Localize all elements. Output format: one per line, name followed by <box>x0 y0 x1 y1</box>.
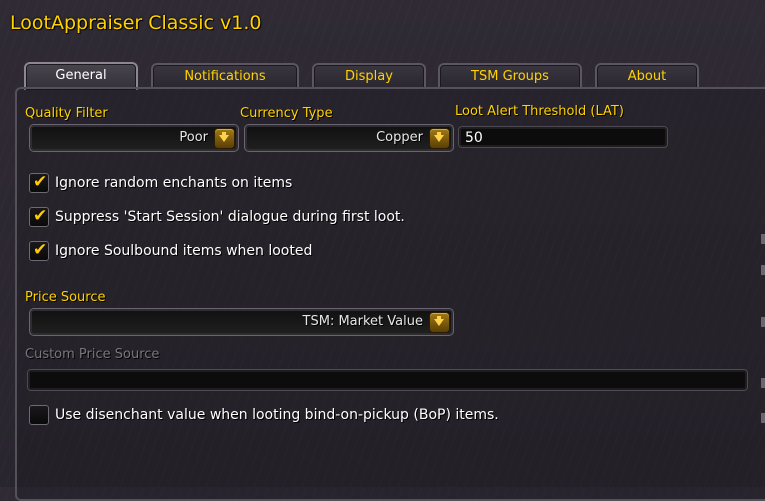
scroll-edge-mark <box>761 413 765 423</box>
scroll-edge-mark <box>761 234 765 244</box>
ignore-random-enchants-label: Ignore random enchants on items <box>55 175 293 191</box>
currency-type-label: Currency Type <box>240 106 333 121</box>
tab-about[interactable]: About <box>595 63 699 89</box>
window-title: LootAppraiser Classic v1.0 <box>10 12 262 34</box>
quality-filter-label: Quality Filter <box>25 106 108 121</box>
quality-filter-dropdown[interactable]: Poor <box>29 124 239 152</box>
use-disenchant-label: Use disenchant value when looting bind-o… <box>55 407 499 423</box>
check-icon: ✔ <box>33 172 48 192</box>
ignore-random-enchants-checkbox[interactable]: ✔ <box>29 172 49 193</box>
check-icon: ✔ <box>33 206 48 226</box>
suppress-start-session-label: Suppress 'Start Session' dialogue during… <box>55 209 405 225</box>
scroll-edge-mark <box>761 265 765 275</box>
tab-tsm-groups[interactable]: TSM Groups <box>438 63 582 89</box>
scroll-edge-mark <box>761 317 765 327</box>
price-source-value: TSM: Market Value <box>302 314 423 329</box>
currency-type-value: Copper <box>376 130 423 145</box>
tab-notifications[interactable]: Notifications <box>151 63 299 89</box>
use-disenchant-checkbox[interactable] <box>29 405 49 425</box>
dropdown-arrow-icon[interactable] <box>214 128 235 149</box>
suppress-start-session-checkbox[interactable]: ✔ <box>29 206 49 227</box>
lat-input[interactable]: 50 <box>458 126 668 148</box>
lat-label: Loot Alert Threshold (LAT) <box>455 104 624 119</box>
price-source-label: Price Source <box>25 290 106 305</box>
quality-filter-value: Poor <box>179 130 208 145</box>
tab-general[interactable]: General <box>24 62 138 90</box>
custom-price-source-input[interactable] <box>27 369 748 391</box>
ignore-soulbound-label: Ignore Soulbound items when looted <box>55 243 313 259</box>
price-source-dropdown[interactable]: TSM: Market Value <box>29 308 454 336</box>
ignore-soulbound-checkbox[interactable]: ✔ <box>29 240 49 261</box>
custom-price-source-label: Custom Price Source <box>25 347 160 362</box>
currency-type-dropdown[interactable]: Copper <box>244 124 454 152</box>
dropdown-arrow-icon[interactable] <box>429 128 450 149</box>
tab-display[interactable]: Display <box>312 63 426 89</box>
check-icon: ✔ <box>33 240 48 260</box>
scroll-edge-mark <box>761 378 765 388</box>
dropdown-arrow-icon[interactable] <box>429 312 450 333</box>
